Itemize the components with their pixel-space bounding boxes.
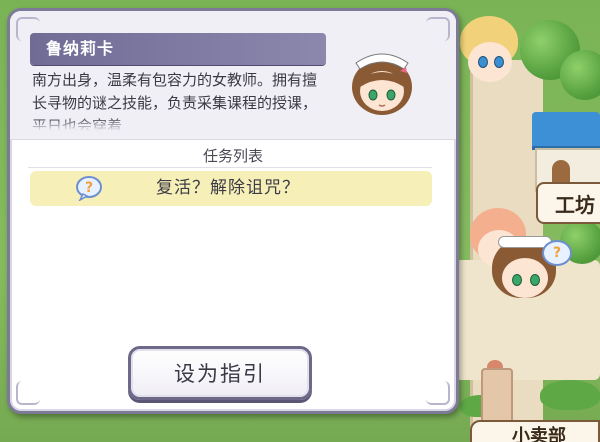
quest-question-icon[interactable]: ? — [542, 240, 572, 266]
npc-eye — [530, 274, 540, 286]
corner-ornament — [426, 17, 450, 41]
npc-face — [468, 42, 512, 82]
npc-eye — [512, 274, 522, 286]
character-name-bar: 鲁纳莉卡 — [30, 33, 326, 65]
set-guide-button[interactable]: 设为指引 — [128, 346, 312, 400]
character-portrait — [352, 53, 412, 115]
stone-pillar — [481, 368, 513, 428]
task-list-title: 任务列表 — [202, 147, 263, 165]
npc-eye — [494, 56, 504, 68]
map-bush — [540, 380, 600, 410]
character-header: 鲁纳莉卡 南方出身，温柔有包容力的女教师。拥有擅长寻物的谜之技能，负责采集课程的… — [10, 11, 456, 140]
character-panel: 鲁纳莉卡 南方出身，温柔有包容力的女教师。拥有擅长寻物的谜之技能，负责采集课程的… — [7, 8, 459, 414]
task-item[interactable]: ? 复活？解除诅咒？ — [30, 171, 432, 206]
shop-sign[interactable]: 小卖部 — [470, 420, 600, 442]
npc-face — [502, 258, 548, 298]
workshop-roof — [532, 112, 600, 150]
workshop-sign[interactable]: 工坊 — [536, 182, 600, 224]
corner-ornament — [426, 381, 450, 405]
npc-elf[interactable] — [458, 16, 522, 88]
character-description: 南方出身，温柔有包容力的女教师。拥有擅长寻物的谜之技能，负责采集课程的授课，平日… — [32, 69, 322, 131]
npc-eye — [478, 56, 488, 68]
divider — [28, 167, 432, 168]
question-bubble-icon: ? — [76, 176, 102, 201]
description-fade — [32, 117, 322, 131]
character-name: 鲁纳莉卡 — [46, 39, 115, 58]
svg-text:?: ? — [85, 180, 93, 196]
task-item-label: 复活？解除诅咒？ — [156, 178, 300, 198]
corner-ornament — [16, 381, 40, 405]
